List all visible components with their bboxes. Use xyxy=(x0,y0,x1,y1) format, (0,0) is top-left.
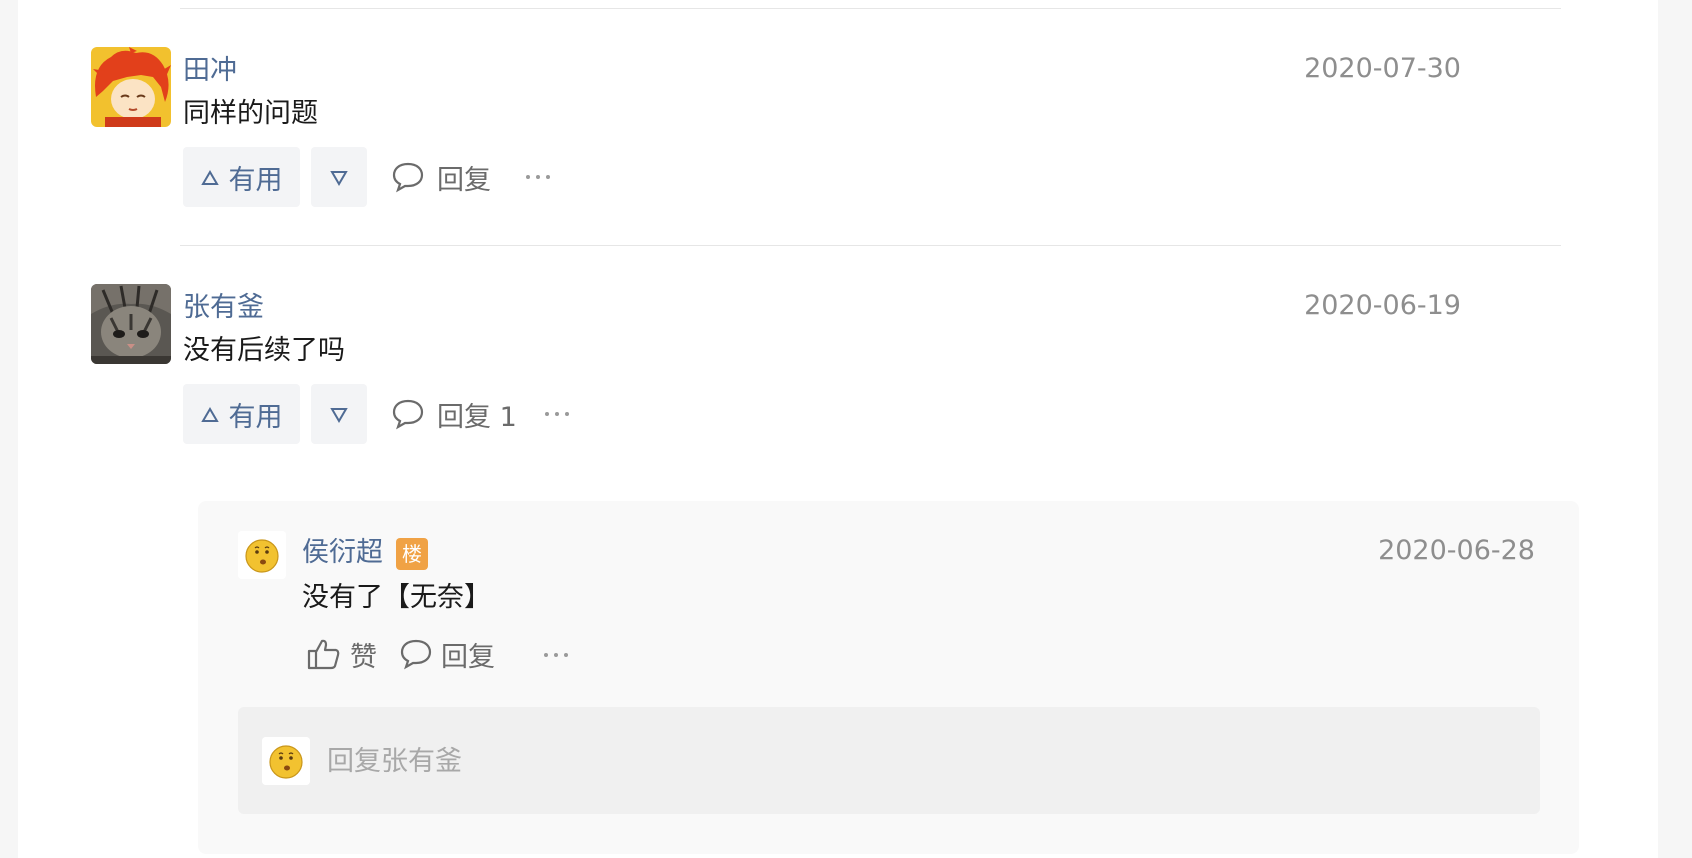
reply-author[interactable]: 侯衍超 xyxy=(302,536,383,570)
upvote-button[interactable]: 有用 xyxy=(183,147,300,207)
divider-top xyxy=(180,8,1561,9)
triangle-up-icon xyxy=(200,399,219,430)
more-icon[interactable] xyxy=(545,384,575,444)
avatar[interactable] xyxy=(91,47,171,127)
reply-button[interactable]: 回复 xyxy=(391,147,491,207)
comment-content: 同样的问题 xyxy=(183,98,318,129)
comment-bubble-icon xyxy=(392,399,424,430)
reply-label: 回复 xyxy=(441,641,495,673)
avatar xyxy=(262,737,310,785)
comment-bubble-icon xyxy=(392,162,424,193)
comment-date: 2020-06-19 xyxy=(1304,290,1461,321)
like-button[interactable]: 赞 xyxy=(306,634,377,674)
comment-author[interactable]: 张有釜 xyxy=(183,291,264,325)
reply-button[interactable]: 回复 1 xyxy=(391,384,517,444)
comment-date: 2020-07-30 xyxy=(1304,53,1461,84)
comment-content: 没有后续了吗 xyxy=(183,335,345,366)
like-label: 赞 xyxy=(350,641,377,673)
triangle-up-icon xyxy=(200,162,219,193)
avatar[interactable] xyxy=(238,531,286,579)
avatar[interactable] xyxy=(91,284,171,364)
more-icon[interactable] xyxy=(544,625,574,685)
more-icon[interactable] xyxy=(526,147,556,207)
reply-content: 没有了【无奈】 xyxy=(302,582,491,613)
downvote-button[interactable] xyxy=(311,147,367,207)
triangle-down-icon xyxy=(330,162,348,193)
reply-date: 2020-06-28 xyxy=(1378,535,1535,566)
op-badge: 楼 xyxy=(396,538,428,570)
reply-input[interactable] xyxy=(325,740,1229,782)
divider xyxy=(180,245,1561,246)
reply-button[interactable]: 回复 xyxy=(399,634,495,674)
upvote-label: 有用 xyxy=(228,164,283,196)
comment-bubble-icon xyxy=(400,639,432,670)
downvote-button[interactable] xyxy=(311,384,367,444)
thumbs-up-icon xyxy=(307,639,340,670)
reply-count-label: 回复 1 xyxy=(437,401,517,433)
triangle-down-icon xyxy=(330,399,348,430)
upvote-button[interactable]: 有用 xyxy=(183,384,300,444)
reply-label: 回复 xyxy=(437,164,491,196)
comment-author[interactable]: 田冲 xyxy=(183,54,237,88)
upvote-label: 有用 xyxy=(228,401,283,433)
